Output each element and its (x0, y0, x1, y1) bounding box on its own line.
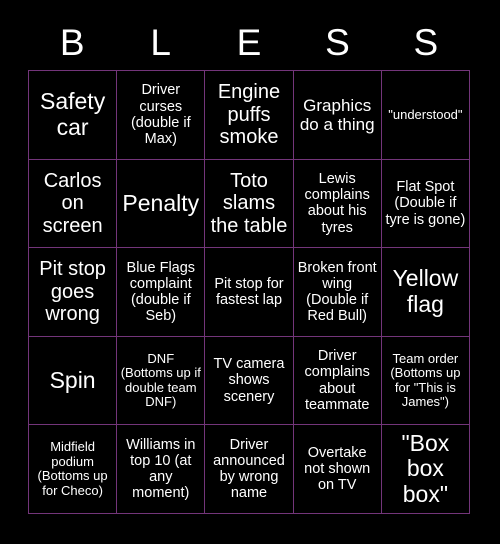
bingo-cell[interactable]: Graphics do a thing (293, 71, 382, 160)
bingo-cell[interactable]: Driver announced by wrong name (205, 425, 294, 514)
bingo-cell[interactable]: Midfield podium (Bottoms up for Checo) (29, 425, 118, 514)
bingo-cell-label: Toto slams the table (210, 169, 288, 237)
bingo-cell-label: Williams in top 10 (at any moment) (126, 436, 196, 502)
bingo-cell[interactable]: Spin (29, 336, 118, 426)
bingo-cell[interactable]: Driver complains about teammate (293, 336, 382, 426)
bingo-cell-label: TV camera shows scenery (213, 356, 285, 405)
bingo-grid: Safety car Driver curses (double if Max) E… (28, 70, 470, 514)
bingo-cell-label: Driver complains about teammate (304, 348, 370, 413)
bingo-cell-label: Pit stop for fastest lap (214, 275, 284, 308)
bingo-cell-label: "Box box box" (401, 429, 450, 508)
bingo-cell[interactable]: "Box box box" (381, 425, 470, 514)
bingo-cell[interactable]: Penalty (117, 159, 206, 249)
bingo-cell[interactable]: TV camera shows scenery (205, 336, 294, 426)
bingo-cell[interactable]: Carlos on screen (29, 159, 118, 249)
bingo-cell-label: Broken front wing (Double if Red Bull) (297, 259, 377, 325)
bingo-cell[interactable]: Safety car (29, 71, 118, 160)
bingo-cell[interactable]: Team order (Bottoms up for "This is Jame… (381, 336, 470, 426)
bingo-cell-label: Engine puffs smoke (217, 81, 281, 148)
bingo-cell-label: Safety car (39, 88, 106, 140)
bingo-cell[interactable]: Pit stop for fastest lap (205, 248, 294, 337)
bingo-card: B L E S S Safety car Driver curses (doubl… (0, 0, 500, 544)
bingo-cell-label: Pit stop goes wrong (39, 258, 106, 326)
bingo-header-letter-1: L (150, 21, 171, 63)
bingo-cell[interactable]: Blue Flags complaint (double if Seb) (117, 248, 206, 337)
bingo-cell[interactable]: Lewis complains about his tyres (293, 159, 382, 249)
bingo-cell-label: "understood" (388, 106, 463, 122)
bingo-cell[interactable]: Williams in top 10 (at any moment) (117, 425, 206, 514)
bingo-cell-label: Spin (49, 366, 96, 393)
bingo-cell-label: Flat Spot (Double if tyre is gone) (385, 179, 466, 228)
bingo-cell-label: Lewis complains about his tyres (304, 170, 370, 236)
bingo-cell-label: Carlos on screen (42, 169, 103, 237)
bingo-cell-label: Graphics do a thing (299, 95, 375, 134)
bingo-cell[interactable]: Flat Spot (Double if tyre is gone) (381, 159, 470, 249)
bingo-cell[interactable]: Broken front wing (Double if Red Bull) (293, 248, 382, 337)
bingo-cell-label: Penalty (122, 189, 200, 216)
bingo-cell-label: Team order (Bottoms up for "This is Jame… (390, 350, 461, 410)
bingo-cell[interactable]: Engine puffs smoke (205, 71, 294, 160)
bingo-header-letter-4: S (413, 21, 439, 63)
bingo-cell-label: DNF (Bottoms up if double team DNF) (120, 350, 201, 410)
bingo-cell[interactable]: "understood" (381, 71, 470, 160)
bingo-cell-label: Overtake not shown on TV (304, 444, 371, 494)
bingo-header-letter-2: E (236, 21, 262, 63)
bingo-cell-label: Midfield podium (Bottoms up for Checo) (37, 439, 108, 498)
bingo-cell-label: Driver announced by wrong name (213, 436, 285, 502)
bingo-header-row: B L E S S (28, 14, 470, 70)
bingo-cell[interactable]: DNF (Bottoms up if double team DNF) (117, 336, 206, 426)
bingo-header-letter-3: S (325, 21, 350, 63)
bingo-cell[interactable]: Yellow flag (381, 248, 470, 337)
bingo-cell[interactable]: Pit stop goes wrong (29, 248, 118, 337)
bingo-cell-label: Yellow flag (392, 265, 459, 317)
bingo-cell-label: Blue Flags complaint (double if Seb) (126, 259, 196, 325)
bingo-cell-label: Driver curses (double if Max) (130, 82, 191, 148)
bingo-cell[interactable]: Driver curses (double if Max) (117, 71, 206, 160)
bingo-cell[interactable]: Overtake not shown on TV (293, 425, 382, 514)
bingo-header-letter-0: B (59, 21, 85, 63)
bingo-cell[interactable]: Toto slams the table (205, 159, 294, 249)
